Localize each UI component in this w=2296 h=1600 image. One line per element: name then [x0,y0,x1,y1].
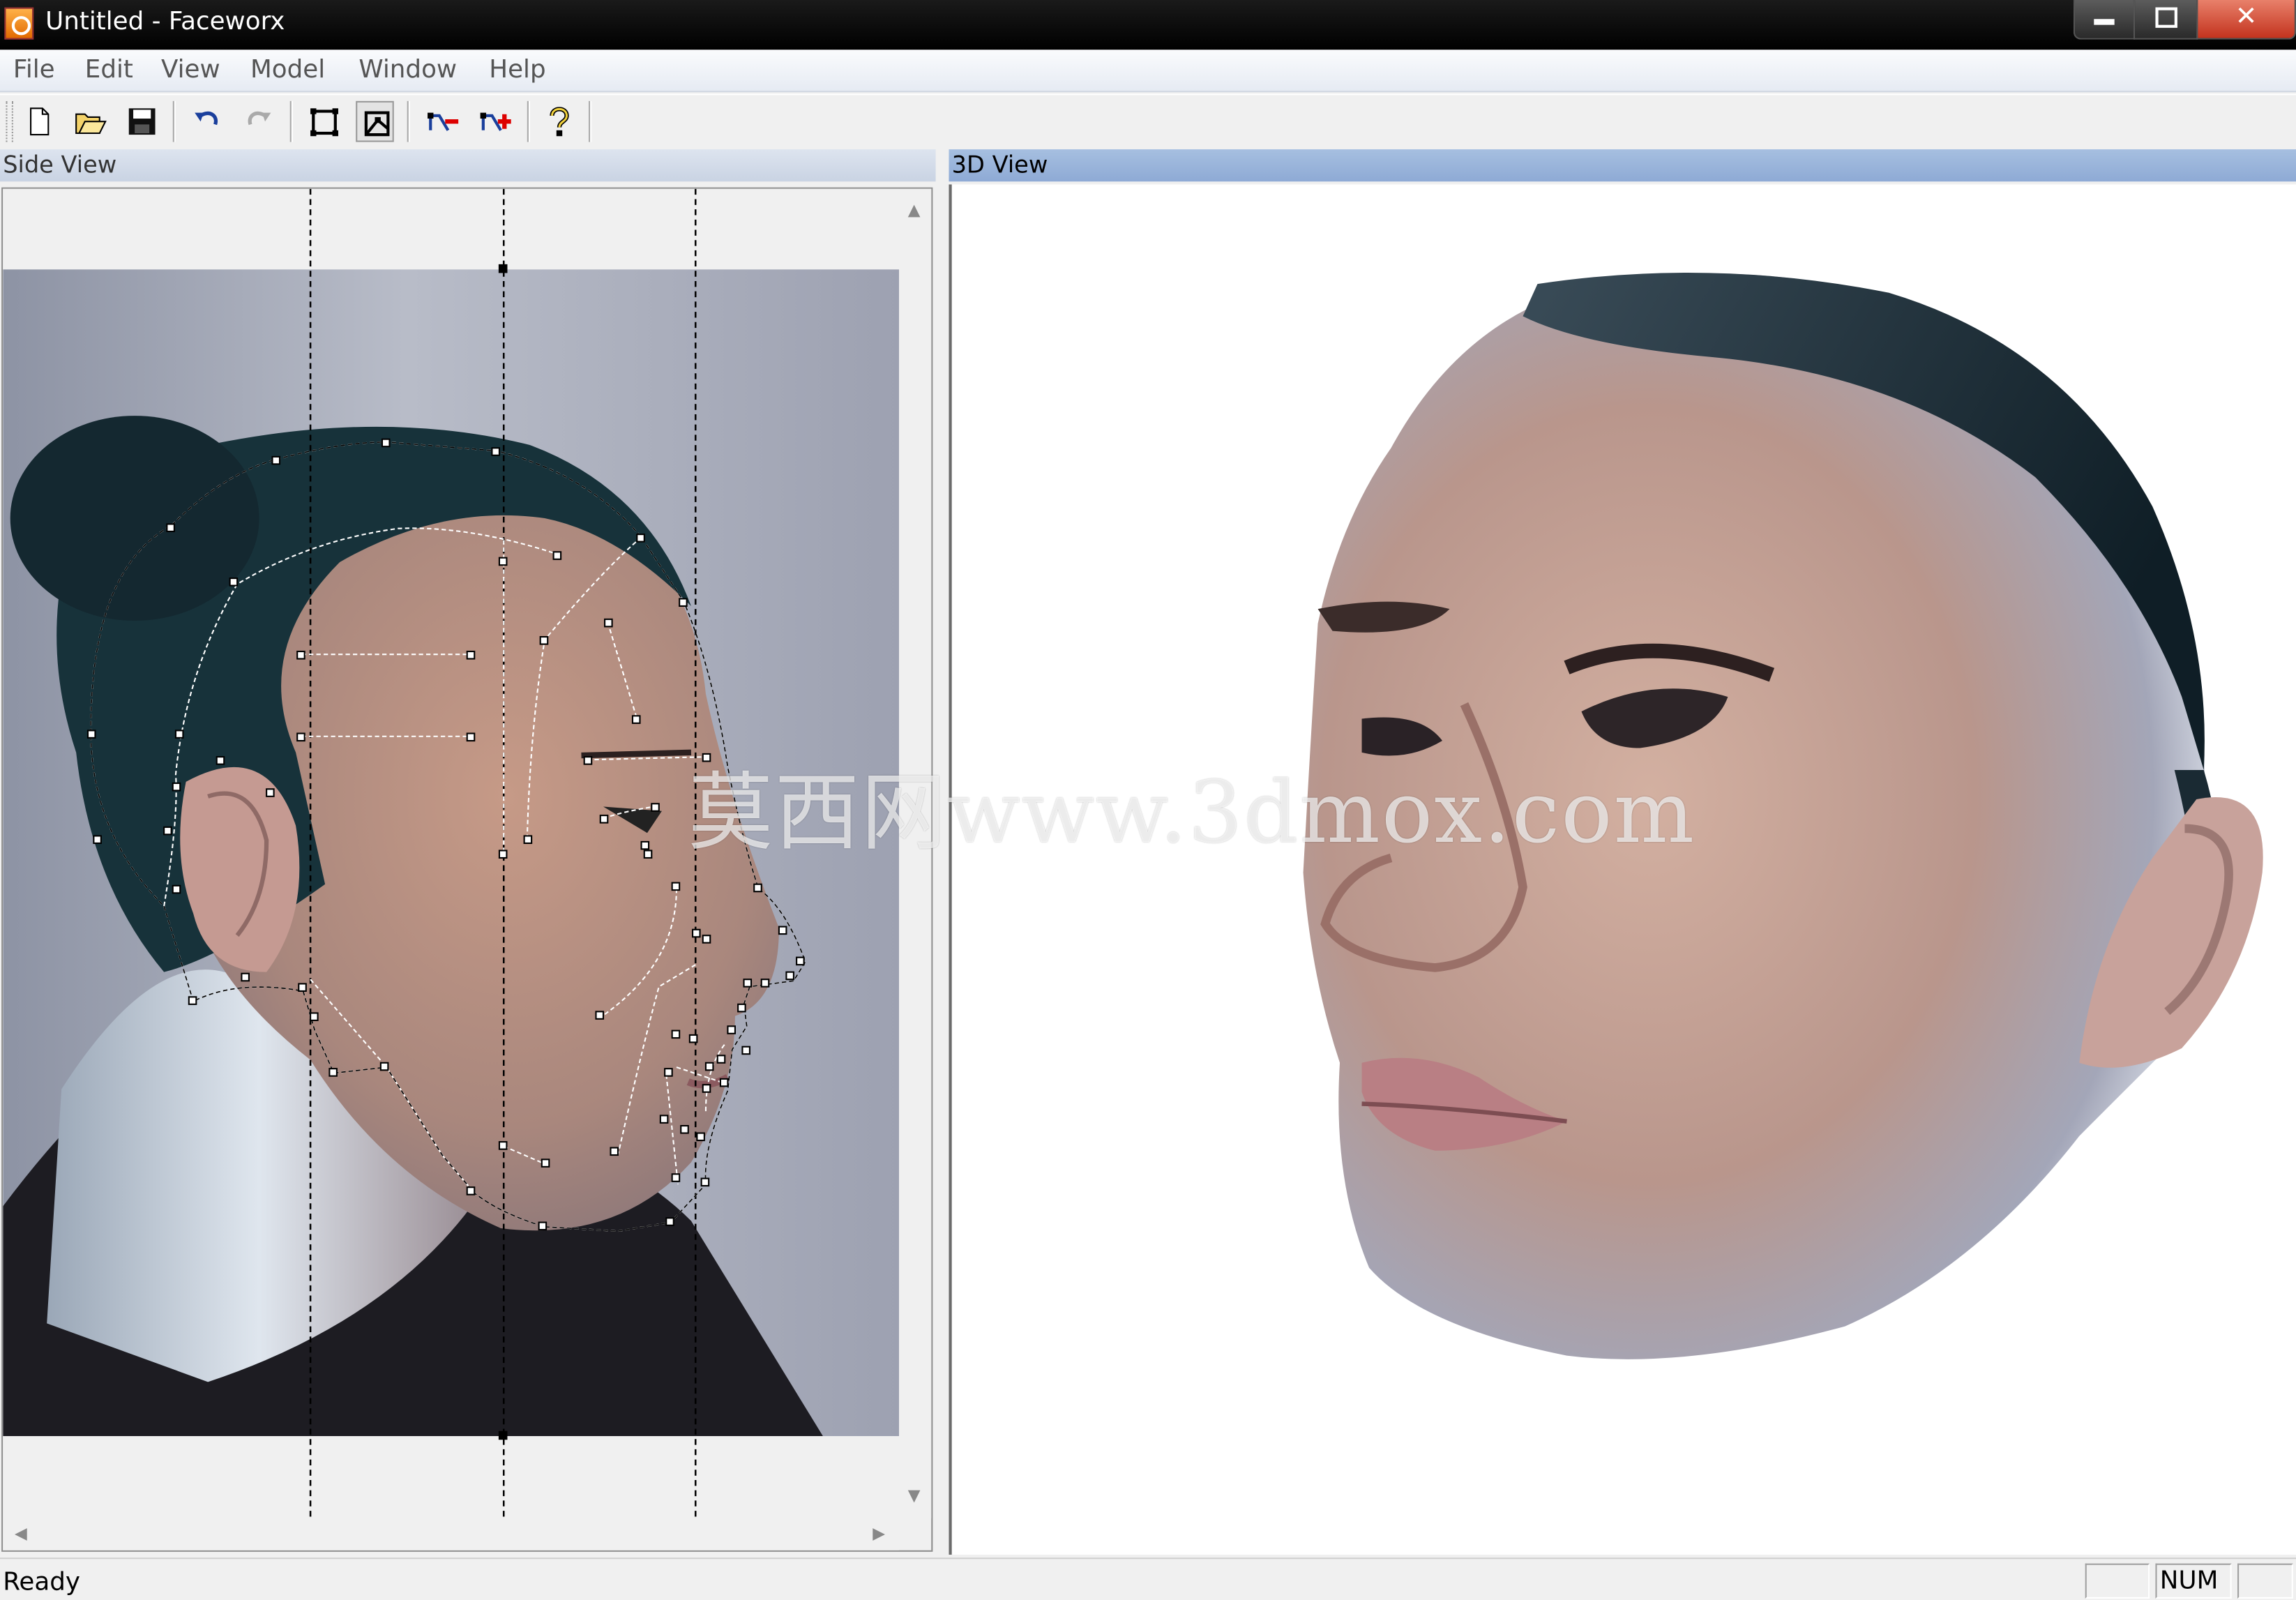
redo-button[interactable] [240,101,278,142]
window-title: Untitled - Faceworx [45,7,285,37]
toolbar [0,93,2296,148]
add-point-button[interactable] [474,101,513,142]
restore-icon [2154,7,2177,28]
close-icon: ✕ [2235,1,2258,33]
scroll-left-arrow-icon[interactable]: ◀ [15,1524,27,1543]
frame-button[interactable] [305,101,343,142]
status-cell-num: NUM [2155,1563,2232,1599]
point-edit-icon [364,111,390,137]
status-text: Ready [3,1567,81,1597]
menu-edit[interactable]: Edit [85,56,133,85]
add-point-horizontal-icon [428,112,459,131]
menu-file[interactable]: File [13,56,55,85]
side-view-pane: ▲ ▼ ◀ ▶ [1,187,933,1552]
toolbar-grip[interactable] [6,100,13,142]
menu-help[interactable]: Help [489,56,545,85]
frame-view-icon [310,108,338,137]
open-button[interactable] [70,101,109,142]
undo-icon [195,111,218,126]
status-cell-caps [2085,1563,2150,1599]
3d-view-header: 3D View [949,149,2296,182]
title-bar: Untitled - Faceworx ✕ [0,0,2296,50]
side-view-horizontal-scrollbar[interactable]: ◀ ▶ [3,1518,900,1550]
status-bar: Ready NUM [0,1557,2296,1600]
toolbar-separator [172,100,176,142]
3d-head-model [1303,272,2263,1359]
new-button[interactable] [20,101,59,142]
toolbar-separator [527,100,531,142]
undo-button[interactable] [188,101,226,142]
open-folder-icon [75,113,107,135]
restore-button[interactable] [2133,0,2198,40]
scroll-down-arrow-icon[interactable]: ▼ [908,1486,921,1504]
menu-window[interactable]: Window [358,56,457,85]
minimize-icon [2094,19,2115,25]
save-disk-icon [128,108,156,135]
redo-icon [248,111,271,126]
menu-bar: File Edit View Model Window Help [0,50,2296,93]
help-button[interactable] [541,101,579,142]
toolbar-separator [588,100,592,142]
minimize-button[interactable] [2073,0,2136,40]
close-button[interactable]: ✕ [2196,0,2296,40]
faceworx-app-icon[interactable] [4,7,34,40]
toolbar-separator [289,100,293,142]
new-file-icon [30,107,50,136]
add-horizontal-point-button[interactable] [422,101,460,142]
add-point-icon [480,112,511,131]
side-view-header: Side View [0,149,936,182]
scroll-right-arrow-icon[interactable]: ▶ [873,1524,885,1543]
menu-model[interactable]: Model [250,56,325,85]
3d-view-pane[interactable] [949,184,2296,1555]
point-edit-button[interactable] [356,100,394,142]
menu-view[interactable]: View [161,56,220,85]
help-icon [550,107,569,137]
scroll-up-arrow-icon[interactable]: ▲ [908,201,921,220]
toolbar-separator [407,100,410,142]
watermark: 莫西网www.3dmox.com [688,762,1696,863]
status-cell-scroll [2237,1563,2293,1599]
save-button[interactable] [123,101,161,142]
